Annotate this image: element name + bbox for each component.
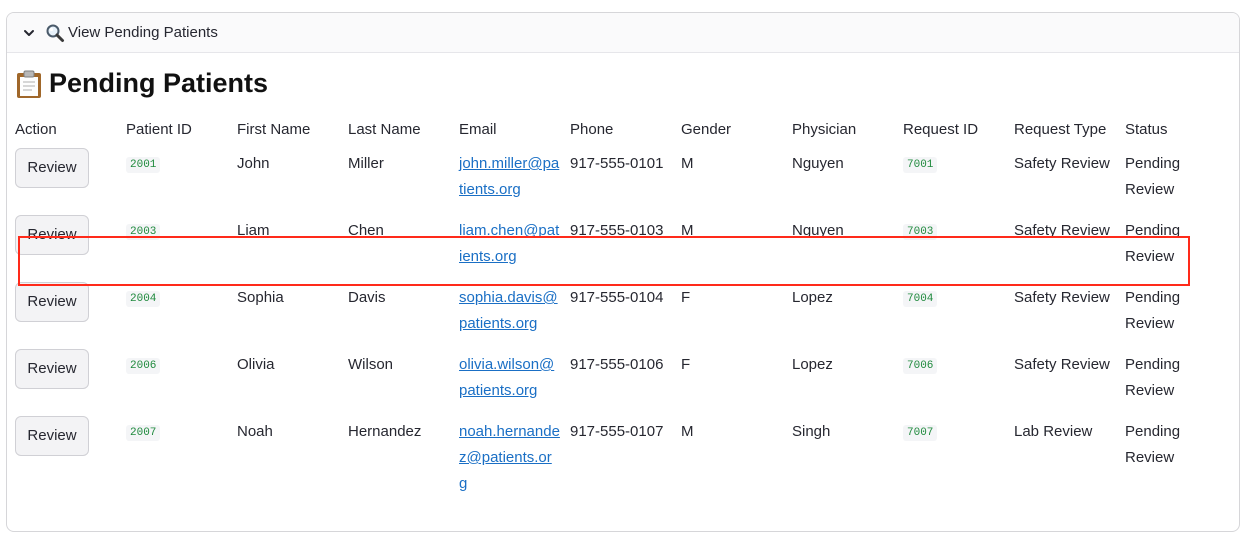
header-request-id: Request ID [903, 120, 979, 138]
header-email: Email [459, 120, 497, 138]
physician: Nguyen [792, 222, 844, 239]
phone: 917-555-0103 [570, 222, 664, 239]
request-id: 7006 [903, 358, 938, 374]
email-link[interactable]: sophia.davis@patients.org [459, 289, 558, 332]
header-gender: Gender [681, 120, 732, 138]
table-row: Review 2001 John Miller john.miller@pati… [10, 146, 1195, 213]
header-status: Status [1125, 120, 1168, 138]
patient-id: 2001 [126, 157, 161, 173]
request-id: 7007 [903, 425, 938, 441]
physician: Lopez [792, 356, 833, 373]
review-button[interactable]: Review [15, 215, 89, 255]
physician: Singh [792, 423, 831, 440]
last-name: Davis [348, 289, 386, 306]
last-name: Miller [348, 155, 384, 172]
gender: M [681, 155, 694, 172]
table-row: Review 2007 Noah Hernandez noah.hernande… [10, 414, 1195, 497]
magnifier-icon [45, 23, 65, 43]
table-row: Review 2006 Olivia Wilson olivia.wilson@… [10, 347, 1195, 414]
table-header-row: Action Patient ID First Name Last Name E… [10, 118, 1195, 146]
header-last-name: Last Name [348, 120, 421, 138]
last-name: Hernandez [348, 423, 422, 440]
expander-header[interactable]: View Pending Patients [7, 13, 1239, 53]
status: Pending Review [1125, 155, 1181, 198]
section-title: Pending Patients [49, 68, 269, 98]
request-type: Safety Review [1014, 356, 1110, 373]
phone: 917-555-0106 [570, 356, 664, 373]
first-name: Noah [237, 423, 273, 440]
request-type: Safety Review [1014, 155, 1110, 172]
first-name: Olivia [237, 356, 275, 373]
email-link[interactable]: noah.hernandez@patients.org [459, 423, 560, 492]
table-row: Review 2004 Sophia Davis sophia.davis@pa… [10, 280, 1195, 347]
header-phone: Phone [570, 120, 614, 138]
review-button[interactable]: Review [15, 416, 89, 456]
last-name: Wilson [348, 356, 394, 373]
request-type: Safety Review [1014, 222, 1110, 239]
gender: F [681, 289, 691, 306]
gender: M [681, 423, 694, 440]
gender: M [681, 222, 694, 239]
pending-patients-table: Action Patient ID First Name Last Name E… [10, 118, 1195, 497]
request-type: Safety Review [1014, 289, 1110, 306]
header-patient-id: Patient ID [126, 120, 192, 138]
table-row: Review 2003 Liam Chen liam.chen@patients… [10, 213, 1195, 280]
request-id: 7001 [903, 157, 938, 173]
email-link[interactable]: liam.chen@patients.org [459, 222, 559, 265]
last-name: Chen [348, 222, 384, 239]
review-button[interactable]: Review [15, 349, 89, 389]
request-id: 7004 [903, 291, 938, 307]
page-title: Pending Patients [14, 68, 268, 99]
patient-id: 2007 [126, 425, 161, 441]
header-request-type: Request Type [1014, 120, 1107, 138]
status: Pending Review [1125, 356, 1181, 399]
phone: 917-555-0101 [570, 155, 664, 172]
header-physician: Physician [792, 120, 857, 138]
first-name: Sophia [237, 289, 284, 306]
physician: Lopez [792, 289, 833, 306]
phone: 917-555-0104 [570, 289, 664, 306]
gender: F [681, 356, 691, 373]
first-name: John [237, 155, 270, 172]
status: Pending Review [1125, 222, 1181, 265]
patient-id: 2003 [126, 224, 161, 240]
first-name: Liam [237, 222, 270, 239]
request-type: Lab Review [1014, 423, 1093, 440]
clipboard-icon [14, 69, 44, 99]
expander-label: View Pending Patients [68, 24, 218, 41]
email-link[interactable]: john.miller@patients.org [459, 155, 559, 198]
status: Pending Review [1125, 289, 1181, 332]
phone: 917-555-0107 [570, 423, 664, 440]
status: Pending Review [1125, 423, 1181, 466]
patient-id: 2004 [126, 291, 161, 307]
patient-id: 2006 [126, 358, 161, 374]
chevron-down-icon[interactable] [21, 25, 37, 41]
physician: Nguyen [792, 155, 844, 172]
header-action: Action [15, 120, 57, 138]
review-button[interactable]: Review [15, 282, 89, 322]
email-link[interactable]: olivia.wilson@patients.org [459, 356, 554, 399]
request-id: 7003 [903, 224, 938, 240]
review-button[interactable]: Review [15, 148, 89, 188]
header-first-name: First Name [237, 120, 311, 138]
